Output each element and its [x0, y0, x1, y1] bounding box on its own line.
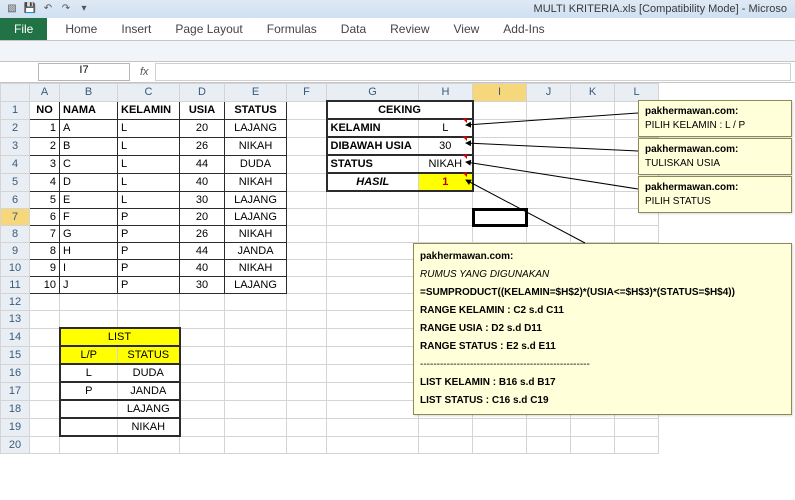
active-cell[interactable] [473, 209, 527, 226]
col-K[interactable]: K [571, 84, 615, 102]
hdr-usia[interactable]: USIA [180, 101, 225, 119]
row-3[interactable]: 3 2BL26NIKAH DIBAWAH USIA30 [1, 137, 659, 155]
col-F[interactable]: F [287, 84, 327, 102]
comment-formula: pakhermawan.com: RUMUS YANG DIGUNAKAN =S… [413, 243, 792, 415]
row-1[interactable]: 1 NO NAMA KELAMIN USIA STATUS CEKING [1, 101, 659, 119]
redo-icon[interactable]: ↷ [60, 2, 72, 14]
row-8[interactable]: 8 7GP26NIKAH [1, 226, 659, 243]
comment-usia: pakhermawan.com:TULISKAN USIA [638, 138, 792, 175]
column-headers[interactable]: A B C D E F G H I J K L [1, 84, 659, 102]
col-G[interactable]: G [327, 84, 419, 102]
comment-kelamin: pakhermawan.com:PILIH KELAMIN : L / P [638, 100, 792, 137]
ribbon-body [0, 41, 795, 62]
row-2[interactable]: 2 1AL20LAJANG KELAMINL [1, 119, 659, 137]
col-D[interactable]: D [180, 84, 225, 102]
row-7[interactable]: 7 6FP20LAJANG [1, 209, 659, 226]
tab-review[interactable]: Review [378, 18, 441, 40]
worksheet-grid[interactable]: A B C D E F G H I J K L 1 NO NAMA KELAMI… [0, 83, 795, 454]
select-all[interactable] [1, 84, 30, 102]
hdr-no[interactable]: NO [30, 101, 60, 119]
col-J[interactable]: J [527, 84, 571, 102]
tab-data[interactable]: Data [329, 18, 378, 40]
tab-addins[interactable]: Add-Ins [491, 18, 556, 40]
tab-formulas[interactable]: Formulas [255, 18, 329, 40]
col-L[interactable]: L [615, 84, 659, 102]
col-H[interactable]: H [419, 84, 473, 102]
row-6[interactable]: 6 5EL30LAJANG [1, 191, 659, 209]
qat-more-icon[interactable]: ▾ [78, 2, 90, 14]
comment-status: pakhermawan.com:PILIH STATUS [638, 176, 792, 213]
list-title[interactable]: LIST [60, 328, 180, 346]
col-I[interactable]: I [473, 84, 527, 102]
window-title: MULTI KRITERIA.xls [Compatibility Mode] … [534, 3, 787, 15]
ceking-title[interactable]: CEKING [327, 101, 473, 119]
col-C[interactable]: C [118, 84, 180, 102]
fx-icon[interactable]: fx [140, 66, 149, 78]
name-box[interactable]: I7 [38, 63, 130, 81]
tab-insert[interactable]: Insert [109, 18, 163, 40]
hdr-nama[interactable]: NAMA [60, 101, 118, 119]
hasil-cell[interactable]: 1 [419, 173, 473, 191]
col-E[interactable]: E [225, 84, 287, 102]
title-bar: ▧ 💾 ↶ ↷ ▾ MULTI KRITERIA.xls [Compatibil… [0, 0, 795, 18]
row-5[interactable]: 5 4DL40NIKAH HASIL1 [1, 173, 659, 191]
formula-bar[interactable] [155, 63, 791, 81]
row-20[interactable]: 20 [1, 436, 659, 454]
col-A[interactable]: A [30, 84, 60, 102]
hdr-kelamin[interactable]: KELAMIN [118, 101, 180, 119]
formula-bar-row: I7 fx [0, 62, 795, 83]
tab-view[interactable]: View [442, 18, 492, 40]
ribbon-tabs: File Home Insert Page Layout Formulas Da… [0, 18, 795, 41]
save-icon[interactable]: 💾 [24, 2, 36, 14]
tab-home[interactable]: Home [53, 18, 109, 40]
quick-access-toolbar: ▧ 💾 ↶ ↷ ▾ [6, 2, 90, 14]
col-B[interactable]: B [60, 84, 118, 102]
excel-icon: ▧ [6, 2, 18, 14]
row-19[interactable]: 19 NIKAH [1, 418, 659, 436]
row-4[interactable]: 4 3CL44DUDA STATUSNIKAH [1, 155, 659, 173]
undo-icon[interactable]: ↶ [42, 2, 54, 14]
file-tab[interactable]: File [0, 18, 47, 40]
hdr-status[interactable]: STATUS [225, 101, 287, 119]
tab-page-layout[interactable]: Page Layout [163, 18, 254, 40]
